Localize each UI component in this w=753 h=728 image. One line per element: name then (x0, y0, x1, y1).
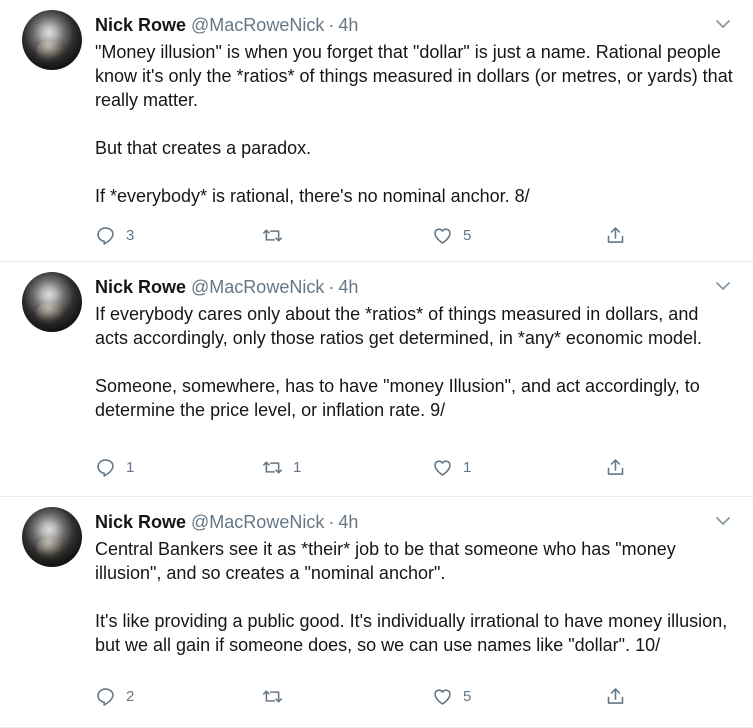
chevron-down-icon[interactable] (715, 18, 731, 30)
like-button[interactable]: 5 (432, 685, 471, 707)
retweet-button[interactable]: 1 (262, 456, 301, 478)
retweet-icon (262, 228, 283, 242)
like-button[interactable]: 1 (432, 456, 471, 478)
retweet-icon (262, 689, 283, 703)
like-count: 5 (463, 687, 472, 705)
tweet-actions: 3 5 (95, 224, 635, 246)
timestamp[interactable]: 4h (338, 15, 358, 35)
retweet-icon (262, 460, 283, 474)
tweet-text: Central Bankers see it as *their* job to… (95, 537, 735, 657)
share-icon (607, 687, 624, 704)
tweet-actions: 2 5 (95, 685, 635, 707)
author-name[interactable]: Nick Rowe (95, 15, 186, 35)
tweet-text: "Money illusion" is when you forget that… (95, 40, 735, 208)
reply-button[interactable]: 3 (95, 224, 134, 246)
avatar[interactable] (22, 272, 82, 332)
tweet[interactable]: Nick Rowe @MacRoweNick · 4h "Money illusion… (0, 0, 753, 262)
tweet[interactable]: Nick Rowe @MacRoweNick · 4h If everybody ca… (0, 262, 753, 497)
reply-count: 1 (126, 458, 135, 476)
tweet-header: Nick Rowe @MacRoweNick · 4h (95, 14, 358, 36)
tweet-paragraph: If *everybody* is rational, there's no n… (95, 186, 530, 206)
reply-icon (97, 687, 114, 706)
author-handle[interactable]: @MacRoweNick (191, 512, 324, 532)
share-button[interactable] (605, 685, 626, 707)
tweet-header: Nick Rowe @MacRoweNick · 4h (95, 276, 358, 298)
author-handle[interactable]: @MacRoweNick (191, 15, 324, 35)
chevron-down-icon[interactable] (715, 280, 731, 292)
header-separator: · (328, 15, 335, 35)
like-button[interactable]: 5 (432, 224, 471, 246)
author-name[interactable]: Nick Rowe (95, 512, 186, 532)
heart-icon (434, 688, 451, 705)
share-icon (607, 226, 624, 243)
tweet-paragraph: It's like providing a public good. It's … (95, 611, 728, 655)
avatar[interactable] (22, 507, 82, 567)
share-button[interactable] (605, 224, 626, 246)
reply-count: 2 (126, 687, 135, 705)
header-separator: · (328, 512, 335, 532)
like-count: 5 (463, 226, 472, 244)
reply-icon (97, 226, 114, 245)
reply-icon (97, 458, 114, 477)
timestamp[interactable]: 4h (338, 512, 358, 532)
reply-button[interactable]: 1 (95, 456, 134, 478)
share-button[interactable] (605, 456, 626, 478)
reply-button[interactable]: 2 (95, 685, 134, 707)
retweet-count: 1 (293, 458, 302, 476)
heart-icon (434, 227, 451, 244)
heart-icon (434, 459, 451, 476)
tweet-header: Nick Rowe @MacRoweNick · 4h (95, 511, 358, 533)
like-count: 1 (463, 458, 472, 476)
tweet-paragraph: If everybody cares only about the *ratio… (95, 304, 702, 348)
avatar[interactable] (22, 10, 82, 70)
timestamp[interactable]: 4h (338, 277, 358, 297)
chevron-down-icon[interactable] (715, 515, 731, 527)
reply-count: 3 (126, 226, 135, 244)
tweet-paragraph: But that creates a paradox. (95, 138, 312, 158)
author-handle[interactable]: @MacRoweNick (191, 277, 324, 297)
tweet-actions: 1 1 1 (95, 456, 635, 478)
tweet-text: If everybody cares only about the *ratio… (95, 302, 735, 422)
retweet-button[interactable] (262, 685, 293, 707)
tweet[interactable]: Nick Rowe @MacRoweNick · 4h Central Bankers… (0, 497, 753, 728)
tweet-paragraph: Central Bankers see it as *their* job to… (95, 539, 676, 583)
retweet-button[interactable] (262, 224, 293, 246)
author-name[interactable]: Nick Rowe (95, 277, 186, 297)
share-icon (607, 458, 624, 475)
tweet-paragraph: "Money illusion" is when you forget that… (95, 42, 733, 110)
header-separator: · (328, 277, 335, 297)
tweet-paragraph: Someone, somewhere, has to have "money I… (95, 376, 700, 420)
